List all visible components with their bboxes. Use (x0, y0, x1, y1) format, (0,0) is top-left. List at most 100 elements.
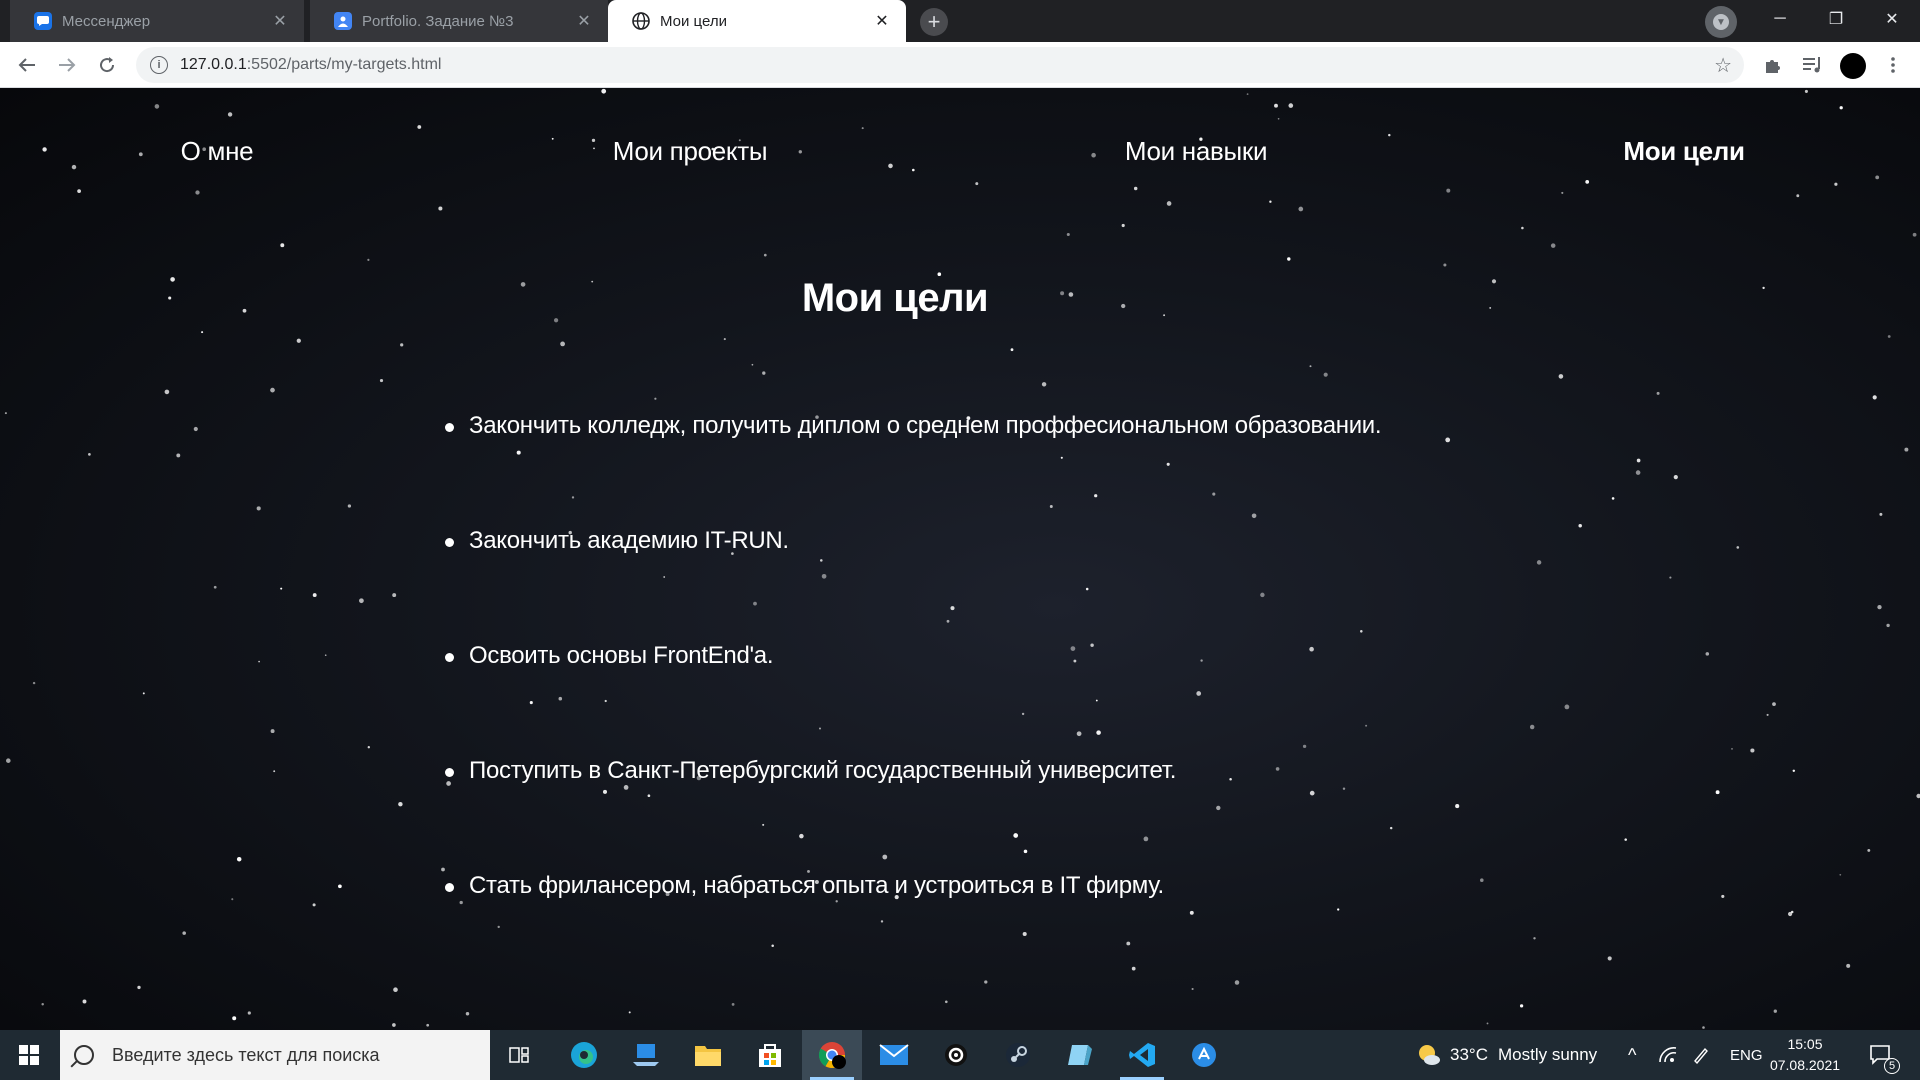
star (1611, 497, 1615, 500)
bookmark-star-icon[interactable]: ☆ (1714, 53, 1732, 78)
new-tab-button[interactable]: + (920, 8, 948, 36)
star (1529, 724, 1535, 730)
menu-button[interactable] (1876, 48, 1910, 82)
task-view-icon[interactable] (490, 1030, 550, 1080)
star (1731, 748, 1733, 750)
star (880, 920, 884, 923)
language-indicator[interactable]: ENG (1730, 1030, 1763, 1080)
close-tab-icon[interactable]: ✕ (270, 11, 290, 31)
tab-portfolio[interactable]: Portfolio. Задание №3 ✕ (310, 0, 608, 42)
goal-text: Закончить академию IT-RUN. (469, 527, 789, 554)
goal-text: Стать фрилансером, набраться опыта и уст… (469, 872, 1164, 899)
star (654, 397, 657, 400)
star (799, 833, 804, 839)
star (882, 854, 888, 860)
chevron-down-icon: ▼ (1713, 14, 1729, 30)
app2-icon[interactable] (1050, 1030, 1110, 1080)
star (1656, 391, 1660, 395)
star (1558, 374, 1564, 379)
tab-title: Мессенджер (62, 12, 151, 30)
bullet-icon (445, 883, 454, 892)
star (1189, 910, 1194, 915)
tab-my-targets[interactable]: Мои цели ✕ (608, 0, 906, 42)
network-icon[interactable] (1658, 1030, 1678, 1080)
clock-time: 15:05 (1787, 1036, 1823, 1052)
vscode-icon[interactable] (1112, 1030, 1172, 1080)
mail-icon[interactable] (864, 1030, 924, 1080)
star (623, 785, 629, 790)
nav-my-goals[interactable]: Мои цели (1623, 136, 1745, 167)
steam-icon[interactable] (988, 1030, 1048, 1080)
close-tab-icon[interactable]: ✕ (872, 11, 892, 31)
star (1788, 911, 1793, 917)
clock[interactable]: 15:05 07.08.2021 (1762, 1034, 1848, 1076)
start-button[interactable] (0, 1030, 58, 1080)
address-bar[interactable]: i 127.0.0.1:5502/parts/my-targets.html ☆ (136, 47, 1744, 83)
pen-icon[interactable] (1692, 1030, 1710, 1080)
star (1090, 643, 1094, 647)
star (459, 900, 463, 905)
star (88, 453, 91, 456)
star (426, 1023, 430, 1027)
star (1879, 512, 1883, 516)
tab-messenger[interactable]: Мессенджер ✕ (10, 0, 304, 42)
app-icon[interactable] (926, 1030, 986, 1080)
star (763, 253, 767, 257)
star (1912, 232, 1917, 237)
devices-icon[interactable] (616, 1030, 676, 1080)
star (232, 1016, 237, 1021)
star (1578, 524, 1582, 528)
star (1872, 395, 1877, 400)
chrome-icon[interactable] (802, 1030, 862, 1080)
star (213, 585, 217, 589)
profile-avatar[interactable] (1840, 53, 1866, 79)
site-info-icon[interactable]: i (150, 56, 168, 74)
star (1060, 456, 1063, 459)
star (256, 506, 261, 511)
star (1021, 712, 1025, 716)
file-explorer-icon[interactable] (678, 1030, 738, 1080)
star (946, 619, 950, 623)
tab-search-button[interactable]: ▼ (1705, 6, 1737, 38)
star (1216, 805, 1221, 811)
nav-about-me[interactable]: О мне (181, 136, 254, 167)
edge-icon[interactable] (554, 1030, 614, 1080)
star (164, 389, 170, 395)
star (82, 999, 87, 1004)
reload-button[interactable] (90, 48, 124, 82)
star (731, 1003, 735, 1006)
star (1309, 790, 1315, 796)
goal-text: Поступить в Санкт-Петербургский государс… (469, 757, 1177, 784)
star (762, 371, 766, 375)
store-icon[interactable] (740, 1030, 800, 1080)
bullet-icon (445, 538, 454, 547)
star (1480, 878, 1484, 882)
weather-widget[interactable]: 33°C Mostly sunny (1416, 1030, 1597, 1080)
notification-center-button[interactable]: 5 (1870, 1030, 1900, 1080)
minimize-button[interactable]: ─ (1752, 0, 1808, 38)
star (446, 781, 451, 786)
extensions-button[interactable] (1756, 48, 1790, 82)
taskbar-search-input[interactable]: Введите здесь текст для поиска (60, 1030, 490, 1080)
star (1229, 778, 1232, 781)
show-hidden-icons-button[interactable]: ^ (1628, 1030, 1636, 1080)
playlist-icon (1803, 57, 1820, 73)
media-control-button[interactable] (1796, 48, 1830, 82)
star (1342, 787, 1346, 790)
star (400, 343, 404, 347)
nav-my-projects[interactable]: Мои проекты (613, 136, 768, 167)
nav-my-skills[interactable]: Мои навыки (1125, 136, 1268, 167)
bullet-icon (445, 653, 454, 662)
app3-icon[interactable] (1174, 1030, 1234, 1080)
page-title: Мои цели (801, 276, 989, 320)
restore-button[interactable]: ❐ (1808, 0, 1864, 38)
star (1772, 702, 1776, 706)
close-window-button[interactable]: ✕ (1864, 0, 1920, 38)
close-tab-icon[interactable]: ✕ (574, 11, 594, 31)
forward-button[interactable] (50, 48, 84, 82)
star (1519, 1004, 1524, 1008)
forward-arrow-icon (59, 58, 76, 72)
back-button[interactable] (10, 48, 44, 82)
star (1131, 966, 1136, 971)
star (41, 1003, 44, 1006)
